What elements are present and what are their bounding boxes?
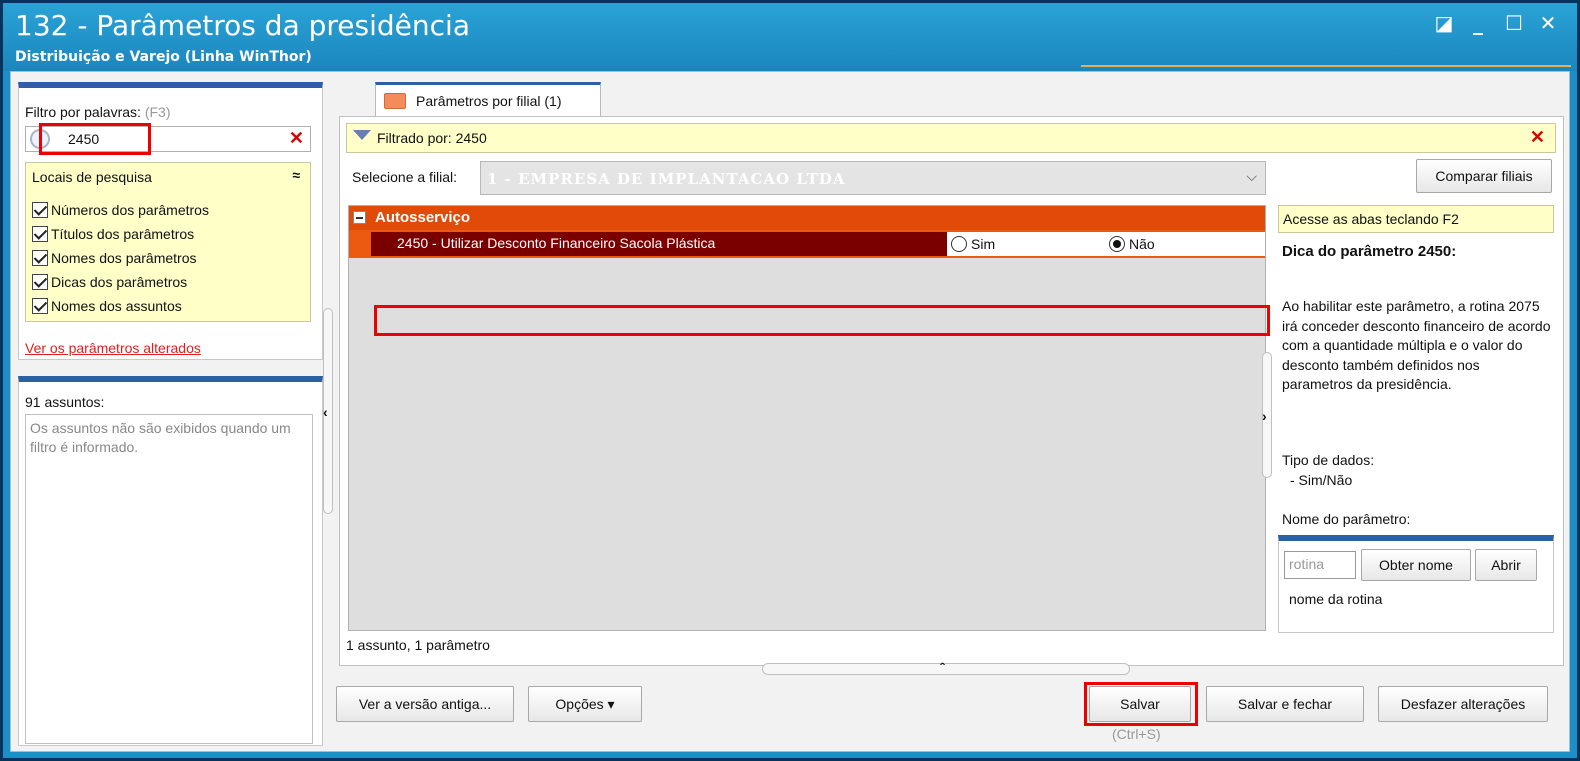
clear-search-icon[interactable]: ✕: [289, 128, 304, 149]
checkbox-param-names[interactable]: Nomes dos parâmetros: [32, 247, 197, 269]
checkbox-icon[interactable]: [32, 226, 48, 242]
options-button[interactable]: Opções ▾: [528, 686, 642, 722]
chevron-down-icon[interactable]: ⌵: [1246, 168, 1257, 185]
checkbox-icon[interactable]: [32, 274, 48, 290]
checkbox-param-numbers[interactable]: Números dos parâmetros: [32, 199, 209, 221]
chevron-up-icon[interactable]: ˆ: [940, 660, 945, 676]
maximize-icon[interactable]: ☐: [1501, 11, 1527, 35]
clear-filter-icon[interactable]: ✕: [1530, 127, 1545, 148]
subjects-label: 91 assuntos:: [25, 394, 105, 410]
search-highlight: [39, 123, 151, 155]
radio-nao[interactable]: [1109, 236, 1125, 252]
window-subtitle: Distribuição e Varejo (Linha WinThor): [15, 49, 312, 65]
minimize-icon[interactable]: _: [1465, 11, 1491, 35]
checkbox-label: Nomes dos parâmetros: [51, 250, 197, 266]
param-label: 2450 - Utilizar Desconto Financeiro Saco…: [397, 235, 716, 251]
subjects-panel: 91 assuntos: Os assuntos não são exibido…: [18, 376, 323, 746]
checkbox-subject-names[interactable]: Nomes dos assuntos: [32, 295, 182, 317]
param-options: Sim Não: [947, 232, 1265, 256]
client-area: Filtro por palavras: (F3) 2450 ✕ Locais …: [10, 71, 1570, 752]
bottom-splitter[interactable]: [762, 663, 1130, 675]
window-title: 132 - Parâmetros da presidência: [15, 9, 470, 42]
hint-body: Ao habilitar este parâmetro, a rotina 20…: [1282, 298, 1551, 392]
checkbox-param-hints[interactable]: Dicas dos parâmetros: [32, 271, 187, 293]
title-bar[interactable]: 132 - Parâmetros da presidência Distribu…: [3, 3, 1577, 71]
filtered-bar: Filtrado por: 2450 ✕: [346, 123, 1556, 153]
branch-value: 1 - EMPRESA DE IMPLANTACAO LTDA: [487, 170, 846, 188]
param-row[interactable]: 2450 - Utilizar Desconto Financeiro Saco…: [349, 230, 1265, 258]
tab-label: Parâmetros por filial (1): [416, 93, 562, 109]
status-text: 1 assunto, 1 parâmetro: [346, 637, 490, 653]
tab-params-by-branch[interactable]: Parâmetros por filial (1): [375, 82, 601, 118]
compare-branches-button[interactable]: Comparar filiais: [1416, 159, 1552, 193]
radio-nao-label[interactable]: Não: [1129, 236, 1155, 252]
hint-bar-label: Acesse as abas teclando F2: [1283, 211, 1459, 227]
filter-label-text: Filtro por palavras:: [25, 104, 141, 120]
old-version-button[interactable]: Ver a versão antiga...: [336, 686, 514, 722]
hint-panel: Acesse as abas teclando F2 Dica do parâm…: [1278, 205, 1556, 635]
subjects-list[interactable]: Os assuntos não são exibidos quando um f…: [25, 414, 313, 744]
filter-icon: [353, 130, 371, 140]
changed-params-link[interactable]: Ver os parâmetros alterados: [25, 340, 201, 356]
branch-select[interactable]: 1 - EMPRESA DE IMPLANTACAO LTDA ⌵: [480, 161, 1266, 195]
hint-bar: Acesse as abas teclando F2: [1278, 205, 1554, 233]
subjects-message: Os assuntos não são exibidos quando um f…: [30, 420, 291, 455]
collapse-icon[interactable]: ≈: [292, 167, 300, 183]
restore-icon[interactable]: ◪: [1431, 11, 1457, 35]
filter-label: Filtro por palavras: (F3): [25, 104, 171, 120]
checkbox-label: Números dos parâmetros: [51, 202, 209, 218]
checkbox-param-titles[interactable]: Títulos dos parâmetros: [32, 223, 194, 245]
group-label: Autosserviço: [375, 209, 471, 226]
main-panel: Filtrado por: 2450 ✕ Selecione a filial:…: [339, 116, 1564, 666]
rotina-name: nome da rotina: [1289, 591, 1383, 607]
close-icon[interactable]: ✕: [1535, 11, 1561, 35]
title-accent-line: [1081, 65, 1571, 67]
data-type-value: - Sim/Não: [1290, 471, 1353, 488]
params-grid: Autosserviço 2450 - Utilizar Desconto Fi…: [348, 205, 1266, 631]
filter-shortcut: (F3): [144, 104, 171, 120]
rotina-input[interactable]: rotina: [1284, 551, 1356, 579]
search-locations-title[interactable]: Locais de pesquisa: [32, 169, 152, 185]
radio-sim[interactable]: [951, 236, 967, 252]
save-shortcut: (Ctrl+S): [1112, 726, 1161, 742]
param-title-cell[interactable]: 2450 - Utilizar Desconto Financeiro Saco…: [371, 232, 947, 256]
app-window: 132 - Parâmetros da presidência Distribu…: [0, 0, 1580, 761]
save-highlight: [1084, 682, 1198, 726]
collapse-group-icon[interactable]: [353, 211, 366, 224]
checkbox-label: Dicas dos parâmetros: [51, 274, 188, 290]
chevron-right-icon[interactable]: ›: [1262, 408, 1267, 424]
search-locations: Locais de pesquisa ≈ Números dos parâmet…: [25, 162, 311, 322]
param-name-label: Nome do parâmetro:: [1282, 511, 1411, 527]
checkbox-icon[interactable]: [32, 298, 48, 314]
checkbox-icon[interactable]: [32, 202, 48, 218]
param-name-box: rotina Obter nome Abrir nome da rotina: [1278, 535, 1554, 633]
hint-title: Dica do parâmetro 2450:: [1282, 243, 1457, 260]
radio-sim-label[interactable]: Sim: [971, 236, 995, 252]
data-type-title: Tipo de dados:: [1282, 452, 1375, 468]
open-button[interactable]: Abrir: [1475, 549, 1537, 581]
checkbox-label: Títulos dos parâmetros: [51, 226, 195, 242]
filtered-label: Filtrado por: 2450: [377, 130, 487, 146]
undo-button[interactable]: Desfazer alterações: [1378, 686, 1548, 722]
checkbox-icon[interactable]: [32, 250, 48, 266]
param-highlight: [374, 305, 1270, 336]
chevron-left-icon[interactable]: ‹: [323, 404, 328, 420]
checkbox-label: Nomes dos assuntos: [51, 298, 182, 314]
filter-panel: Filtro por palavras: (F3) 2450 ✕ Locais …: [18, 82, 323, 360]
branch-label: Selecione a filial:: [352, 169, 458, 185]
group-header[interactable]: Autosserviço: [349, 206, 1265, 230]
get-name-button[interactable]: Obter nome: [1361, 549, 1471, 581]
data-type: Tipo de dados: - Sim/Não: [1282, 451, 1374, 490]
folder-icon: [384, 93, 406, 109]
save-close-button[interactable]: Salvar e fechar: [1206, 686, 1364, 722]
